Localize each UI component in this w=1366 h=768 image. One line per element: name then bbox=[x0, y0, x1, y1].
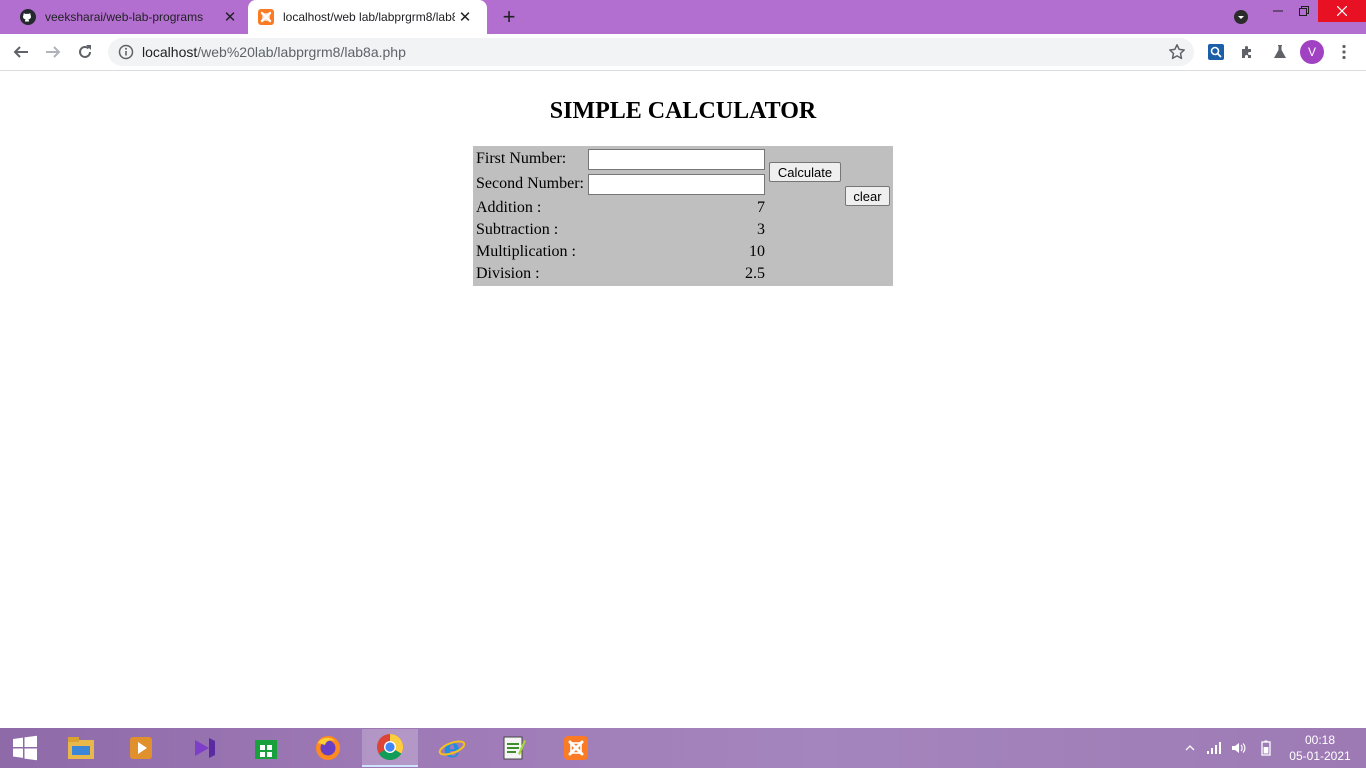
addition-label: Addition : bbox=[476, 199, 542, 216]
xampp-taskbar-icon[interactable] bbox=[548, 729, 604, 767]
taskbar-clock[interactable]: 00:18 05-01-2021 bbox=[1282, 732, 1358, 764]
restore-icon[interactable] bbox=[1292, 0, 1316, 22]
github-icon bbox=[20, 9, 36, 25]
chrome-icon[interactable] bbox=[362, 729, 418, 767]
page-title: SIMPLE CALCULATOR bbox=[549, 98, 817, 124]
tab-localhost[interactable]: localhost/web lab/labprgrm8/lab8a.php ✕ bbox=[248, 0, 487, 34]
xampp-icon bbox=[258, 9, 274, 25]
first-number-input[interactable] bbox=[588, 149, 765, 170]
tab-close-icon[interactable]: ✕ bbox=[455, 7, 475, 27]
second-number-label: Second Number: bbox=[476, 175, 584, 192]
tab-title: veeksharai/web-lab-programs bbox=[45, 10, 204, 24]
notepad-plus-icon[interactable] bbox=[486, 729, 542, 767]
site-info-icon[interactable] bbox=[118, 44, 134, 65]
battery-icon[interactable] bbox=[1255, 728, 1277, 768]
show-hidden-icons-icon[interactable] bbox=[1182, 728, 1198, 768]
new-tab-plus-icon[interactable]: + bbox=[497, 4, 521, 29]
profile-avatar[interactable]: V bbox=[1300, 40, 1324, 64]
network-icon[interactable] bbox=[1203, 728, 1225, 768]
division-value: 2.5 bbox=[745, 265, 765, 282]
tab-search-dropdown-icon[interactable] bbox=[1228, 7, 1254, 27]
subtraction-value: 3 bbox=[757, 221, 765, 238]
addition-value: 7 bbox=[757, 199, 765, 216]
store-icon[interactable] bbox=[238, 729, 294, 767]
back-arrow-icon[interactable] bbox=[8, 39, 34, 65]
calculator-panel: First Number: Second Number: Calculate c… bbox=[473, 146, 893, 286]
volume-icon[interactable] bbox=[1228, 728, 1250, 768]
menu-kebab-icon[interactable] bbox=[1333, 41, 1355, 63]
tab-close-icon[interactable]: ✕ bbox=[220, 7, 240, 27]
video-player-icon[interactable] bbox=[113, 729, 169, 767]
url-path: /web%20lab/labprgrm8/lab8a.php bbox=[197, 44, 406, 60]
extensions-puzzle-icon[interactable] bbox=[1237, 41, 1259, 63]
calculate-button[interactable]: Calculate bbox=[769, 162, 841, 182]
bookmark-star-icon[interactable] bbox=[1168, 43, 1186, 66]
clear-button[interactable]: clear bbox=[845, 186, 890, 206]
internet-explorer-icon[interactable]: e bbox=[424, 729, 480, 767]
tab-strip: veeksharai/web-lab-programs ✕ localhost/… bbox=[0, 0, 1366, 34]
url-host: localhost bbox=[142, 44, 198, 60]
multiplication-value: 10 bbox=[749, 243, 765, 260]
url-text: localhost/web%20lab/labprgrm8/lab8a.php bbox=[142, 38, 406, 66]
clock-time: 00:18 bbox=[1304, 733, 1336, 747]
tab-github[interactable]: veeksharai/web-lab-programs ✕ bbox=[8, 0, 246, 34]
labs-flask-icon[interactable] bbox=[1269, 41, 1291, 63]
browser-toolbar: localhost/web%20lab/labprgrm8/lab8a.php … bbox=[0, 34, 1366, 71]
multiplication-label: Multiplication : bbox=[476, 243, 576, 260]
division-label: Division : bbox=[476, 265, 540, 282]
subtraction-label: Subtraction : bbox=[476, 221, 559, 238]
reload-icon[interactable] bbox=[72, 39, 98, 65]
address-bar[interactable]: localhost/web%20lab/labprgrm8/lab8a.php bbox=[108, 38, 1194, 66]
clock-date: 05-01-2021 bbox=[1289, 749, 1351, 763]
window-close-icon[interactable] bbox=[1318, 0, 1366, 22]
first-number-label: First Number: bbox=[476, 150, 567, 167]
file-explorer-icon[interactable] bbox=[53, 729, 109, 767]
minimize-icon[interactable] bbox=[1266, 0, 1290, 22]
taskbar: e 00:18 05-01-2021 bbox=[0, 728, 1366, 768]
svg-text:e: e bbox=[444, 734, 461, 763]
windows-start-icon[interactable] bbox=[0, 729, 50, 767]
firefox-icon[interactable] bbox=[300, 729, 356, 767]
visual-studio-icon[interactable] bbox=[177, 729, 233, 767]
search-extension-icon[interactable] bbox=[1205, 41, 1227, 63]
tab-title: localhost/web lab/labprgrm8/lab8a.php bbox=[283, 10, 455, 24]
second-number-input[interactable] bbox=[588, 174, 765, 195]
forward-arrow-icon[interactable] bbox=[40, 39, 66, 65]
